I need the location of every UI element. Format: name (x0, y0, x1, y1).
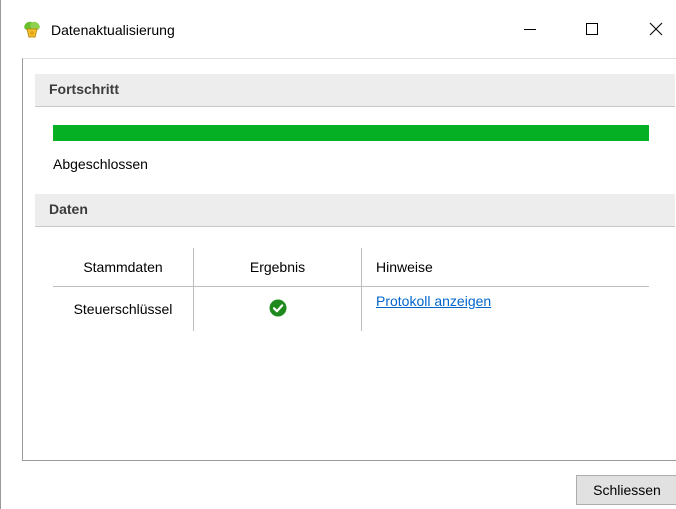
table-header-row: Stammdaten Ergebnis Hinweise (53, 248, 649, 287)
close-dialog-button[interactable]: Schliessen (576, 475, 676, 505)
leaf-app-icon (23, 20, 41, 38)
data-section-header: Daten (35, 194, 675, 227)
row-ergebnis-cell (193, 286, 362, 331)
column-header-hinweise[interactable]: Hinweise (361, 248, 649, 287)
show-log-link[interactable]: Protokoll anzeigen (376, 293, 491, 309)
close-icon (649, 22, 663, 36)
maximize-icon (585, 22, 599, 36)
progress-bar (53, 125, 649, 141)
title-bar[interactable]: Datenaktualisierung (1, 0, 676, 58)
progress-section-title: Fortschritt (49, 81, 119, 97)
data-table: Stammdaten Ergebnis Hinweise Steuerschlü… (53, 248, 649, 331)
row-stammdaten-cell: Steuerschlüssel (53, 286, 194, 331)
window-title: Datenaktualisierung (51, 22, 175, 38)
row-hinweise-cell: Protokoll anzeigen (362, 287, 650, 332)
progress-bar-fill (53, 125, 649, 141)
minimize-icon (523, 22, 537, 36)
status-text: Abgeschlossen (53, 156, 148, 172)
progress-section-header: Fortschritt (35, 74, 675, 107)
table-row[interactable]: Steuerschlüssel Protokoll anzeigen (53, 286, 650, 332)
dialog-content: Fortschritt Abgeschlossen Daten Stammdat… (22, 58, 676, 461)
close-button[interactable] (627, 0, 676, 58)
dialog-window: Datenaktualisierung Fortschritt Abgeschl… (0, 0, 676, 509)
column-header-stammdaten[interactable]: Stammdaten (53, 248, 194, 287)
column-header-ergebnis[interactable]: Ergebnis (193, 248, 362, 287)
check-circle-icon (269, 299, 287, 320)
data-section-title: Daten (49, 201, 88, 217)
minimize-button[interactable] (501, 0, 559, 58)
maximize-button[interactable] (563, 0, 621, 58)
